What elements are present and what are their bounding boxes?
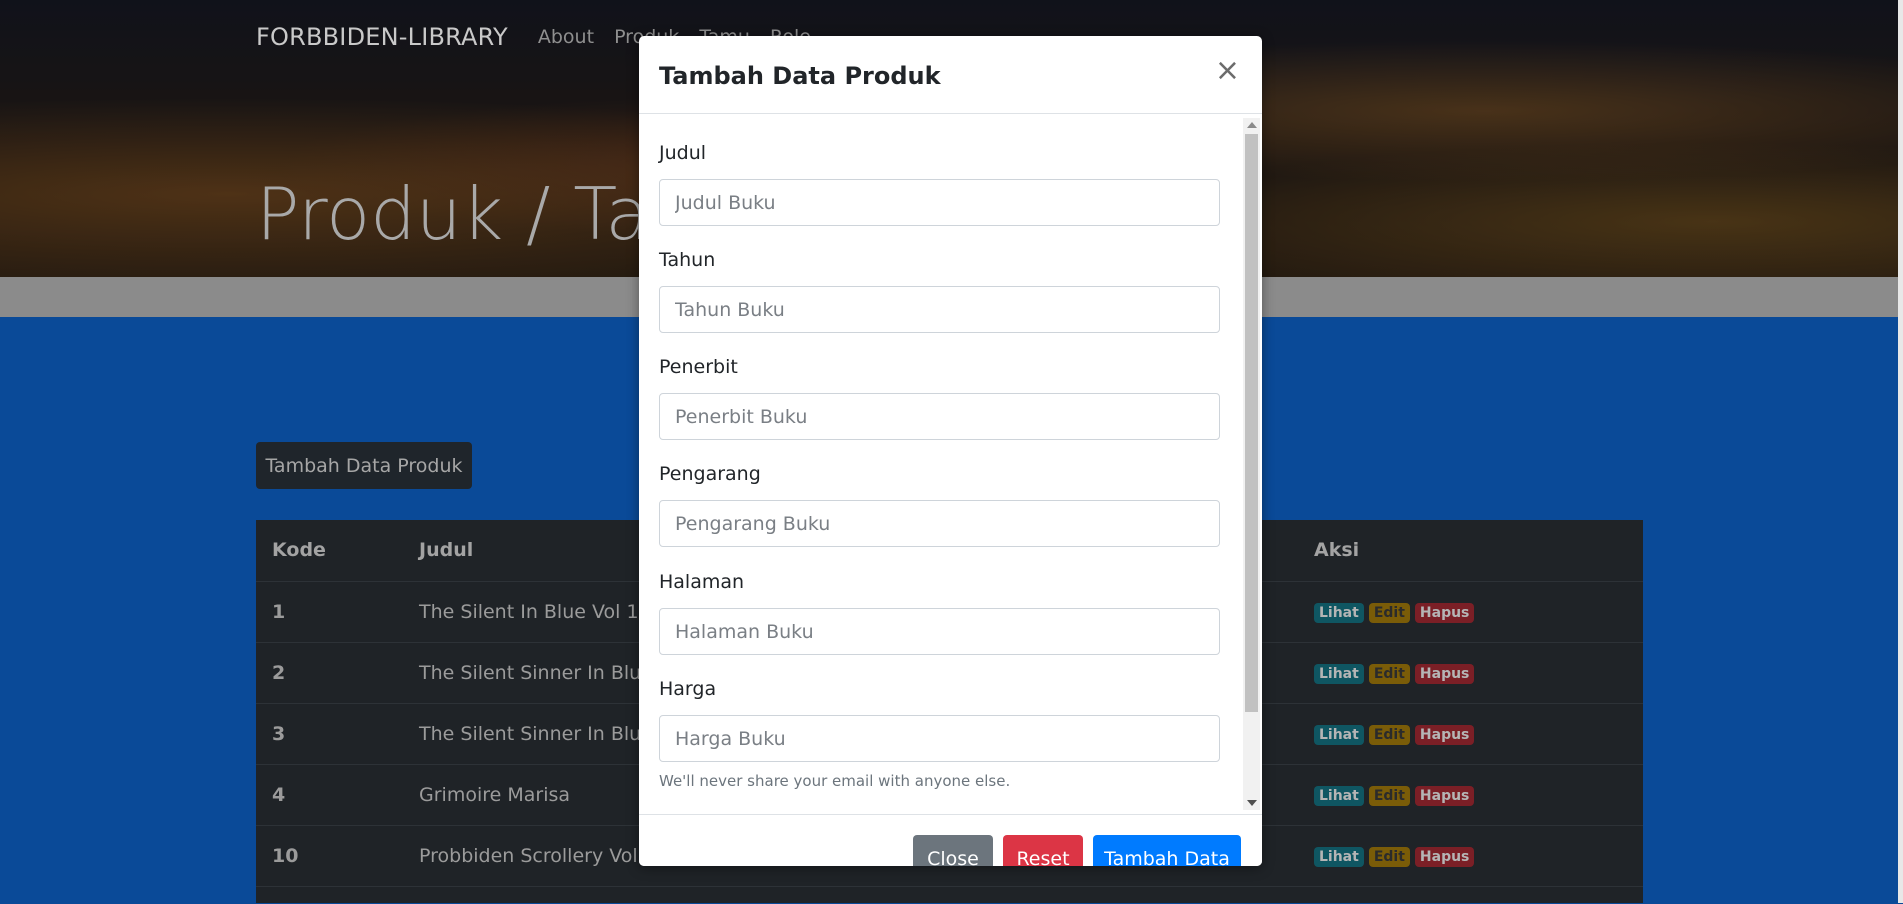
penerbit-label: Penerbit [659, 356, 738, 378]
cell-kode: 2 [272, 662, 286, 684]
scroll-down-arrow-icon[interactable] [1247, 800, 1257, 806]
header-kode: Kode [272, 539, 326, 561]
delete-button[interactable]: Hapus [1414, 786, 1475, 806]
edit-button[interactable]: Edit [1368, 603, 1410, 623]
view-button[interactable]: Lihat [1314, 786, 1364, 806]
nav-link-about[interactable]: About [538, 26, 594, 48]
judul-label: Judul [659, 142, 707, 164]
view-button[interactable]: Lihat [1314, 664, 1364, 684]
cell-judul: The Silent Sinner In Blue [419, 662, 653, 684]
view-button[interactable]: Lihat [1314, 725, 1364, 745]
halaman-label: Halaman [659, 571, 745, 593]
page-scrollbar[interactable] [1898, 0, 1903, 903]
reset-button[interactable]: Reset [1003, 835, 1083, 866]
delete-button[interactable]: Hapus [1414, 847, 1475, 867]
modal-title: Tambah Data Produk [659, 62, 941, 90]
close-button[interactable]: Close [913, 835, 993, 866]
cell-judul: Grimoire Marisa [419, 784, 571, 806]
view-button[interactable]: Lihat [1314, 847, 1364, 867]
halaman-input[interactable] [659, 608, 1220, 655]
pengarang-input[interactable] [659, 500, 1220, 547]
view-button[interactable]: Lihat [1314, 603, 1364, 623]
row-actions: Lihat Edit Hapus [1314, 603, 1475, 623]
cell-judul: The Silent In Blue Vol 1 [419, 601, 639, 623]
tahun-label: Tahun [659, 249, 716, 271]
tahun-input[interactable] [659, 286, 1220, 333]
delete-button[interactable]: Hapus [1414, 664, 1475, 684]
table-row [256, 886, 1643, 904]
row-actions: Lihat Edit Hapus [1314, 725, 1475, 745]
penerbit-input[interactable] [659, 393, 1220, 440]
judul-input[interactable] [659, 179, 1220, 226]
harga-label: Harga [659, 678, 717, 700]
header-aksi: Aksi [1314, 539, 1360, 561]
edit-button[interactable]: Edit [1368, 664, 1410, 684]
row-actions: Lihat Edit Hapus [1314, 664, 1475, 684]
add-product-modal: Tambah Data Produk × Judul Tahun Penerbi… [639, 36, 1262, 866]
delete-button[interactable]: Hapus [1414, 725, 1475, 745]
edit-button[interactable]: Edit [1368, 847, 1410, 867]
help-text: We'll never share your email with anyone… [659, 772, 1011, 790]
scrollbar-thumb[interactable] [1245, 134, 1258, 712]
pengarang-label: Pengarang [659, 463, 761, 485]
row-actions: Lihat Edit Hapus [1314, 847, 1475, 867]
edit-button[interactable]: Edit [1368, 725, 1410, 745]
modal-body: Judul Tahun Penerbit Pengarang Halaman H… [639, 114, 1262, 814]
cell-judul: The Silent Sinner In Blue [419, 723, 653, 745]
row-actions: Lihat Edit Hapus [1314, 786, 1475, 806]
modal-header: Tambah Data Produk × [639, 36, 1262, 114]
modal-footer: Close Reset Tambah Data [639, 814, 1262, 866]
modal-scrollbar[interactable] [1243, 118, 1260, 810]
scroll-up-arrow-icon[interactable] [1247, 122, 1257, 128]
cell-judul: Probbiden Scrollery Vol 1 [419, 845, 656, 867]
header-judul: Judul [419, 539, 474, 561]
cell-kode: 3 [272, 723, 286, 745]
submit-button[interactable]: Tambah Data [1093, 835, 1241, 866]
harga-input[interactable] [659, 715, 1220, 762]
add-product-button[interactable]: Tambah Data Produk [256, 442, 472, 489]
close-icon[interactable]: × [1215, 56, 1240, 86]
cell-kode: 10 [272, 845, 299, 867]
brand-logo[interactable]: FORBBIDEN-LIBRARY [256, 23, 508, 51]
cell-kode: 1 [272, 601, 286, 623]
edit-button[interactable]: Edit [1368, 786, 1410, 806]
cell-kode: 4 [272, 784, 286, 806]
delete-button[interactable]: Hapus [1414, 603, 1475, 623]
